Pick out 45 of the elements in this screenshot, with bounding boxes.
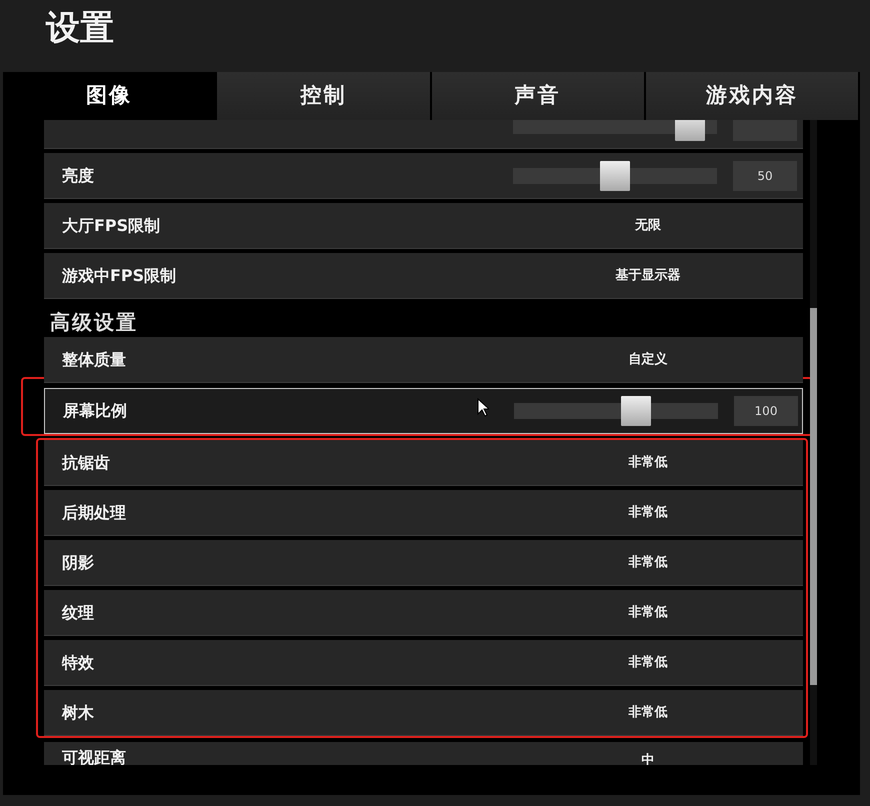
setting-row[interactable]: 可视距离 中	[44, 742, 803, 765]
tab[interactable]: 游戏内容	[646, 72, 860, 120]
setting-value: 非常低	[628, 554, 668, 572]
setting-label: 大厅FPS限制	[62, 214, 160, 236]
setting-label: 阴影	[62, 552, 94, 574]
setting-row[interactable]: 树木 非常低	[44, 690, 803, 736]
setting-value: 中	[640, 752, 656, 765]
setting-row[interactable]: 屏幕比例 100	[44, 388, 803, 434]
setting-value: 无限	[634, 216, 662, 235]
setting-label: 树木	[62, 702, 94, 724]
slider-thumb[interactable]	[621, 396, 652, 426]
setting-label: 特效	[62, 652, 94, 674]
setting-value: 非常低	[628, 654, 668, 672]
setting-row[interactable]: 大厅FPS限制 无限	[44, 203, 803, 249]
setting-value: 非常低	[628, 704, 668, 722]
tab[interactable]: 声音	[432, 72, 646, 120]
setting-row[interactable]: 纹理 非常低	[44, 590, 803, 636]
section-heading: 高级设置	[49, 309, 139, 336]
setting-row[interactable]: 阴影 非常低	[44, 540, 803, 586]
setting-value: 基于显示器	[614, 266, 682, 285]
cursor-icon	[477, 398, 489, 417]
setting-row[interactable]: 抗锯齿 非常低	[44, 440, 803, 486]
scrollbar[interactable]	[810, 120, 817, 765]
setting-row[interactable]: 特效 非常低	[44, 640, 803, 686]
setting-row[interactable]: 后期处理 非常低	[44, 490, 803, 536]
setting-value: 自定义	[628, 350, 668, 369]
tab[interactable]: 控制	[217, 72, 432, 120]
setting-label: 亮度	[62, 164, 94, 186]
value-field[interactable]: 100	[734, 396, 798, 426]
setting-label: 整体质量	[62, 348, 126, 370]
setting-value: 非常低	[628, 504, 668, 522]
setting-row[interactable]: 整体质量 自定义	[44, 337, 803, 383]
setting-value: 非常低	[628, 604, 668, 622]
setting-label: 后期处理	[62, 502, 126, 524]
slider-thumb[interactable]	[600, 160, 630, 190]
setting-value: 非常低	[628, 454, 668, 472]
setting-label: 纹理	[62, 602, 94, 624]
value-field[interactable]: 50	[733, 160, 797, 190]
setting-label: 抗锯齿	[62, 452, 110, 474]
setting-label: 屏幕比例	[63, 400, 127, 422]
setting-label: 游戏中FPS限制	[62, 264, 176, 286]
setting-row[interactable]: 亮度 50	[44, 153, 803, 199]
setting-label: 可视距离	[62, 747, 126, 765]
setting-row[interactable]: 游戏中FPS限制 基于显示器	[44, 253, 803, 299]
page-title: 设置	[44, 7, 115, 50]
